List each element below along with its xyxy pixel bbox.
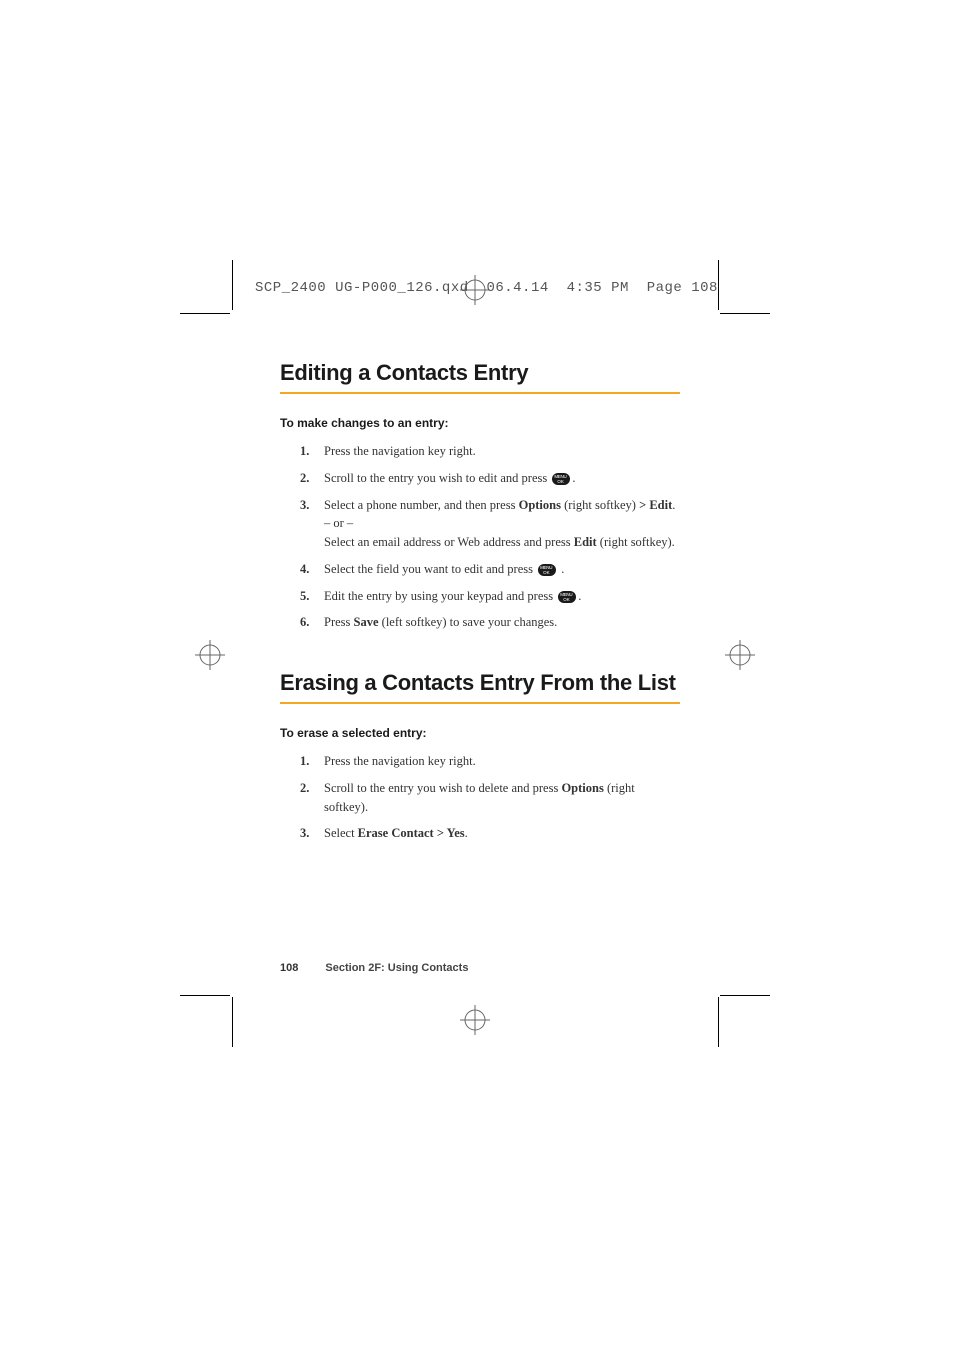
step-text: Scroll to the entry you wish to edit and… xyxy=(324,469,680,488)
bold-text: > Edit xyxy=(639,498,672,512)
step-number: 2. xyxy=(300,779,324,817)
step-text: Select Erase Contact > Yes. xyxy=(324,824,680,843)
step-item: 3.Select a phone number, and then press … xyxy=(300,496,680,552)
step-item: 6.Press Save (left softkey) to save your… xyxy=(300,613,680,632)
step-text: Press the navigation key right. xyxy=(324,442,680,461)
crop-mark xyxy=(180,995,230,996)
step-number: 6. xyxy=(300,613,324,632)
footer-section-text: Section 2F: Using Contacts xyxy=(325,962,468,974)
section-subheading: To erase a selected entry: xyxy=(280,726,680,740)
crop-mark xyxy=(232,260,233,310)
step-item: 5.Edit the entry by using your keypad an… xyxy=(300,587,680,606)
step-number: 2. xyxy=(300,469,324,488)
step-item: 4.Select the field you want to edit and … xyxy=(300,560,680,579)
heading-underline xyxy=(280,702,680,704)
registration-mark-icon xyxy=(725,640,755,670)
bold-text: Options xyxy=(519,498,561,512)
step-number: 5. xyxy=(300,587,324,606)
registration-mark-icon xyxy=(195,640,225,670)
step-text: Select a phone number, and then press Op… xyxy=(324,496,680,552)
bold-text: Options xyxy=(561,781,603,795)
menu-ok-button-icon xyxy=(538,564,556,576)
header-filename: SCP_2400 UG-P000_126.qxd xyxy=(255,280,469,296)
heading-underline xyxy=(280,392,680,394)
bold-text: Erase Contact > Yes xyxy=(358,826,465,840)
bold-text: Save xyxy=(354,615,379,629)
registration-mark-icon xyxy=(460,1005,490,1035)
section-heading-erasing: Erasing a Contacts Entry From the List xyxy=(280,670,680,696)
step-text: Press the navigation key right. xyxy=(324,752,680,771)
page-content: Editing a Contacts Entry To make changes… xyxy=(280,360,680,851)
crop-mark xyxy=(718,260,719,310)
step-item: 3.Select Erase Contact > Yes. xyxy=(300,824,680,843)
header-time: 4:35 PM xyxy=(567,280,629,296)
step-item: 2.Scroll to the entry you wish to delete… xyxy=(300,779,680,817)
crop-mark xyxy=(180,313,230,314)
step-text: Scroll to the entry you wish to delete a… xyxy=(324,779,680,817)
document-header: SCP_2400 UG-P000_126.qxd 06.4.14 4:35 PM… xyxy=(255,280,718,296)
menu-ok-button-icon xyxy=(558,591,576,603)
step-number: 3. xyxy=(300,824,324,843)
page-number: 108 xyxy=(280,962,298,974)
step-text: Press Save (left softkey) to save your c… xyxy=(324,613,680,632)
step-number: 1. xyxy=(300,752,324,771)
crop-mark xyxy=(720,995,770,996)
step-item: 1.Press the navigation key right. xyxy=(300,442,680,461)
crop-mark xyxy=(720,313,770,314)
step-number: 3. xyxy=(300,496,324,552)
menu-ok-button-icon xyxy=(552,473,570,485)
step-list: 1.Press the navigation key right.2.Scrol… xyxy=(300,752,680,843)
section-subheading: To make changes to an entry: xyxy=(280,416,680,430)
step-item: 2.Scroll to the entry you wish to edit a… xyxy=(300,469,680,488)
bold-text: Edit xyxy=(574,535,597,549)
step-number: 1. xyxy=(300,442,324,461)
crop-mark xyxy=(718,997,719,1047)
page-footer: 108 Section 2F: Using Contacts xyxy=(280,962,468,974)
header-date: 06.4.14 xyxy=(486,280,548,296)
step-list: 1.Press the navigation key right.2.Scrol… xyxy=(300,442,680,632)
step-text: Select the field you want to edit and pr… xyxy=(324,560,680,579)
header-page: Page 108 xyxy=(647,280,718,296)
step-item: 1.Press the navigation key right. xyxy=(300,752,680,771)
crop-mark xyxy=(232,997,233,1047)
step-number: 4. xyxy=(300,560,324,579)
step-text: Edit the entry by using your keypad and … xyxy=(324,587,680,606)
section-heading-editing: Editing a Contacts Entry xyxy=(280,360,680,386)
